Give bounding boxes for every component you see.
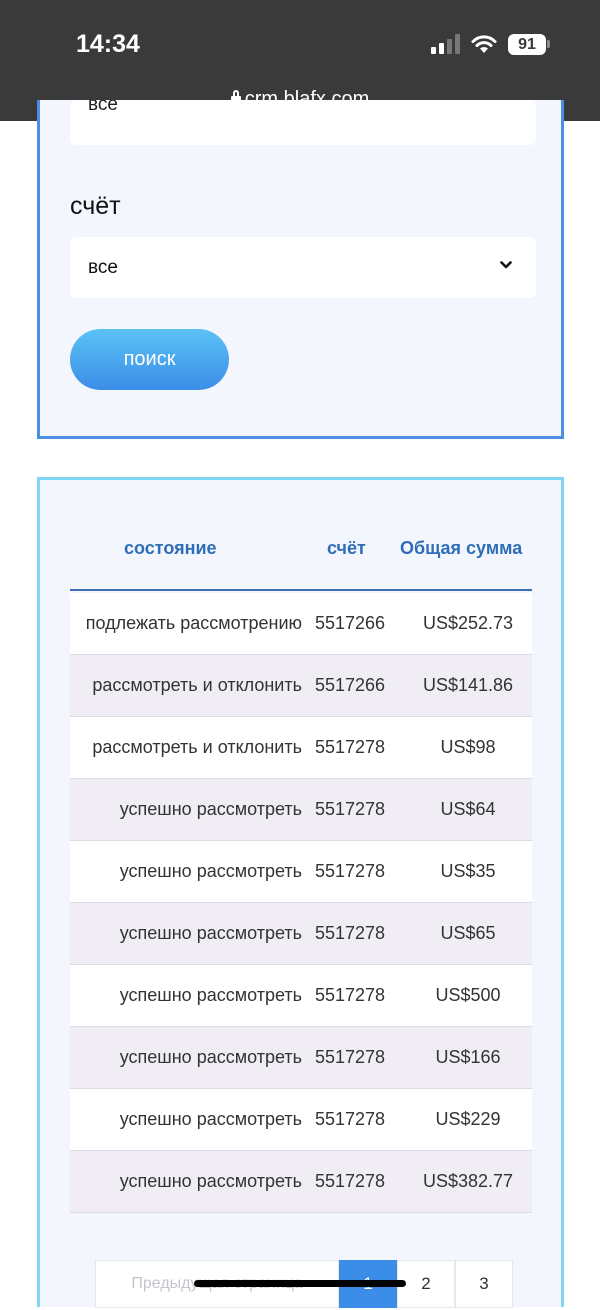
cell-state: успешно рассмотреть — [119, 1171, 302, 1191]
cell-state: успешно рассмотреть — [119, 1109, 302, 1129]
cell-total: US$64 — [440, 799, 496, 819]
wifi-icon — [471, 35, 497, 53]
cell-account: 5517278 — [314, 1047, 386, 1067]
cell-account: 5517266 — [314, 613, 386, 633]
filter-panel: все счёт все поиск — [37, 100, 564, 439]
cell-total: US$141.86 — [422, 675, 514, 695]
cell-account: 5517278 — [314, 923, 386, 943]
account-select[interactable]: все — [70, 237, 536, 298]
cell-account: 5517278 — [314, 1109, 386, 1129]
table-row[interactable]: подлежать рассмотрению 5517266 US$252.73 — [70, 593, 532, 655]
cell-account: 5517278 — [314, 1171, 386, 1191]
cell-state: рассмотреть и отклонить — [92, 675, 302, 695]
table-row[interactable]: успешно рассмотреть 5517278 US$65 — [70, 903, 532, 965]
table-row[interactable]: рассмотреть и отклонить 5517278 US$98 — [70, 717, 532, 779]
table-header: состояние счёт Общая сумма — [70, 510, 532, 591]
column-header-state: состояние — [124, 538, 217, 558]
account-select-value: все — [88, 257, 118, 278]
cell-account: 5517278 — [314, 985, 386, 1005]
cell-total: US$382.77 — [422, 1171, 514, 1191]
cell-total: US$98 — [440, 737, 496, 757]
cell-account: 5517266 — [314, 675, 386, 695]
table-row[interactable]: успешно рассмотреть 5517278 US$382.77 — [70, 1151, 532, 1213]
cell-state: успешно рассмотреть — [119, 985, 302, 1005]
home-indicator — [194, 1280, 406, 1287]
cell-state: подлежать рассмотрению — [85, 613, 302, 633]
cell-account: 5517278 — [314, 799, 386, 819]
cell-state: успешно рассмотреть — [119, 923, 302, 943]
cell-total: US$65 — [440, 923, 496, 943]
table-row[interactable]: успешно рассмотреть 5517278 US$64 — [70, 779, 532, 841]
status-time: 14:34 — [76, 30, 140, 58]
cell-state: успешно рассмотреть — [119, 1047, 302, 1067]
cell-total: US$35 — [440, 861, 496, 881]
cell-total: US$500 — [435, 985, 501, 1005]
search-button[interactable]: поиск — [70, 329, 229, 390]
filter-select-previous-value: все — [88, 100, 118, 115]
chevron-down-icon — [500, 261, 512, 269]
column-header-account: счёт — [327, 538, 366, 558]
battery-tip — [547, 40, 550, 48]
column-header-total: Общая сумма — [400, 538, 523, 558]
cell-account: 5517278 — [314, 737, 386, 757]
cell-state: рассмотреть и отклонить — [92, 737, 302, 757]
cell-total: US$252.73 — [422, 613, 514, 633]
table-row[interactable]: успешно рассмотреть 5517278 US$229 — [70, 1089, 532, 1151]
filter-select-previous[interactable]: все — [70, 100, 536, 145]
cell-state: успешно рассмотреть — [119, 799, 302, 819]
results-panel: состояние счёт Общая сумма подлежать рас… — [37, 477, 564, 1308]
results-table[interactable]: состояние счёт Общая сумма подлежать рас… — [70, 480, 532, 1215]
table-row[interactable]: успешно рассмотреть 5517278 US$35 — [70, 841, 532, 903]
cell-total: US$166 — [435, 1047, 501, 1067]
table-row[interactable]: успешно рассмотреть 5517278 US$500 — [70, 965, 532, 1027]
table-row[interactable]: успешно рассмотреть 5517278 US$166 — [70, 1027, 532, 1089]
table-row[interactable]: рассмотреть и отклонить 5517266 US$141.86 — [70, 655, 532, 717]
cell-account: 5517278 — [314, 861, 386, 881]
account-label: счёт — [70, 192, 121, 220]
battery-icon: 91 — [508, 34, 546, 55]
signal-icon — [431, 34, 461, 54]
cell-total: US$229 — [435, 1109, 501, 1129]
cell-state: успешно рассмотреть — [119, 861, 302, 881]
